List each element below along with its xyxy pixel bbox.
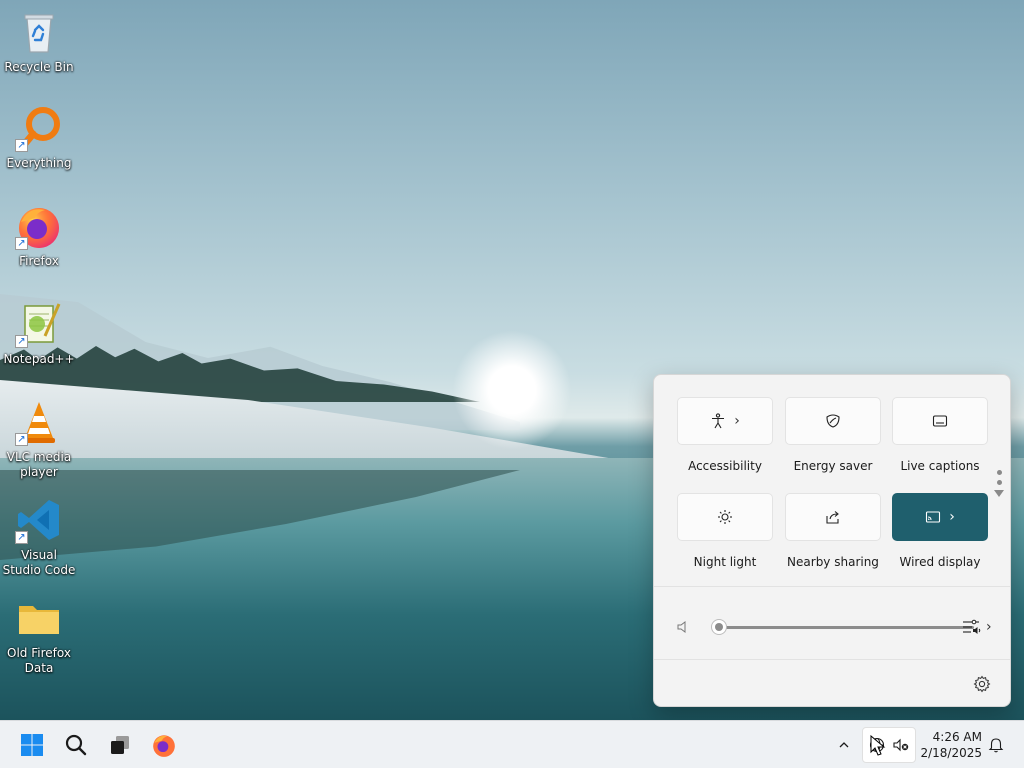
task-view-button[interactable]	[102, 727, 138, 763]
divider	[654, 659, 1010, 660]
shortcut-arrow-icon: ↗	[15, 139, 28, 152]
desktop-icon-label: VLC media player	[6, 450, 72, 479]
desktop-icon-everything[interactable]: ↗ Everything	[2, 104, 76, 171]
show-hidden-icons-button[interactable]	[828, 727, 860, 763]
audio-output-icon	[963, 619, 981, 634]
search-button[interactable]	[58, 727, 94, 763]
desktop-icon-label: Recycle Bin	[4, 60, 74, 74]
tile-label: Wired display	[899, 555, 981, 569]
desktop-icon-vscode[interactable]: ↗ Visual Studio Code	[2, 496, 76, 578]
tile-accessibility[interactable]: › Accessibility	[677, 397, 773, 473]
wallpaper-sun	[452, 330, 572, 450]
desktop-icon-label: Visual Studio Code	[2, 548, 76, 577]
settings-gear-icon[interactable]	[973, 675, 991, 693]
desktop-icon-vlc[interactable]: ↗ VLC media player	[2, 398, 76, 480]
page-down-arrow-icon[interactable]	[994, 490, 1004, 497]
notifications-button[interactable]	[986, 727, 1006, 763]
bell-icon	[988, 738, 1004, 753]
cast-icon	[926, 511, 941, 523]
energy-saver-button[interactable]	[785, 397, 881, 445]
desktop-icon-label: Firefox	[19, 254, 59, 268]
desktop-icon-old-firefox-data[interactable]: Old Firefox Data	[2, 594, 76, 676]
tile-label: Night light	[693, 555, 757, 569]
page-dot[interactable]	[996, 480, 1002, 485]
start-button[interactable]	[14, 727, 50, 763]
tile-label: Energy saver	[793, 459, 873, 473]
firefox-icon: ↗	[15, 202, 63, 250]
volume-slider[interactable]	[718, 626, 974, 629]
audio-output-button[interactable]: ›	[962, 617, 992, 637]
tile-live-captions[interactable]: Live captions	[892, 397, 988, 473]
clock-time: 4:26 AM	[932, 730, 982, 744]
desktop-icon-label: Everything	[6, 156, 72, 170]
nearby-sharing-icon	[826, 511, 839, 524]
notepad-plus-plus-icon: ↗	[15, 300, 63, 348]
firefox-icon	[153, 735, 175, 757]
accessibility-button[interactable]: ›	[677, 397, 773, 445]
wired-display-button[interactable]: ›	[892, 493, 988, 541]
search-icon	[65, 734, 87, 756]
shortcut-arrow-icon: ↗	[15, 335, 28, 348]
tile-label: Live captions	[900, 459, 980, 473]
chevron-right-icon[interactable]: ›	[949, 509, 955, 525]
desktop-icon-label: Old Firefox Data	[7, 646, 71, 675]
tile-label: Accessibility	[688, 459, 762, 473]
shortcut-arrow-icon: ↗	[15, 531, 28, 544]
nearby-sharing-button[interactable]	[785, 493, 881, 541]
mouse-cursor-icon	[870, 735, 886, 756]
volume-muted-icon	[893, 738, 909, 752]
live-captions-button[interactable]	[892, 397, 988, 445]
desktop-icon-notepad-plus-plus[interactable]: ↗ Notepad++	[2, 300, 76, 367]
shortcut-arrow-icon: ↗	[15, 237, 28, 250]
clock[interactable]: 4:26 AM 2/18/2025	[920, 729, 982, 761]
tile-nearby-sharing[interactable]: Nearby sharing	[785, 493, 881, 569]
volume-slider-thumb[interactable]	[711, 619, 727, 635]
quick-settings-panel: › Accessibility Energy saver Live captio…	[653, 374, 1011, 707]
quick-settings-pager[interactable]	[994, 470, 1004, 497]
clock-date: 2/18/2025	[920, 746, 982, 760]
accessibility-icon	[712, 413, 725, 429]
start-icon	[21, 734, 43, 756]
recycle-bin-icon	[15, 8, 63, 56]
divider	[654, 586, 1010, 587]
tile-energy-saver[interactable]: Energy saver	[785, 397, 881, 473]
speaker-icon[interactable]	[676, 620, 690, 634]
desktop-icon-recycle-bin[interactable]: Recycle Bin	[2, 8, 76, 75]
task-view-icon	[111, 736, 129, 754]
chevron-right-icon: ›	[986, 619, 992, 635]
vlc-icon: ↗	[15, 398, 63, 446]
taskbar-firefox-button[interactable]	[146, 727, 182, 763]
folder-icon	[15, 594, 63, 642]
live-captions-icon	[932, 415, 948, 427]
volume-row: ›	[674, 615, 994, 639]
everything-search-icon: ↗	[15, 104, 63, 152]
desktop-icon-firefox[interactable]: ↗ Firefox	[2, 202, 76, 269]
desktop-icon-label: Notepad++	[3, 352, 75, 366]
tile-night-light[interactable]: Night light	[677, 493, 773, 569]
chevron-right-icon[interactable]: ›	[734, 413, 740, 429]
shortcut-arrow-icon: ↗	[15, 433, 28, 446]
page-dot[interactable]	[996, 470, 1002, 475]
vscode-icon: ↗	[15, 496, 63, 544]
tile-label: Nearby sharing	[787, 555, 879, 569]
tile-wired-display[interactable]: › Wired display	[892, 493, 988, 569]
energy-saver-icon	[826, 414, 840, 428]
chevron-up-icon	[839, 742, 849, 748]
night-light-icon	[718, 510, 732, 524]
night-light-button[interactable]	[677, 493, 773, 541]
